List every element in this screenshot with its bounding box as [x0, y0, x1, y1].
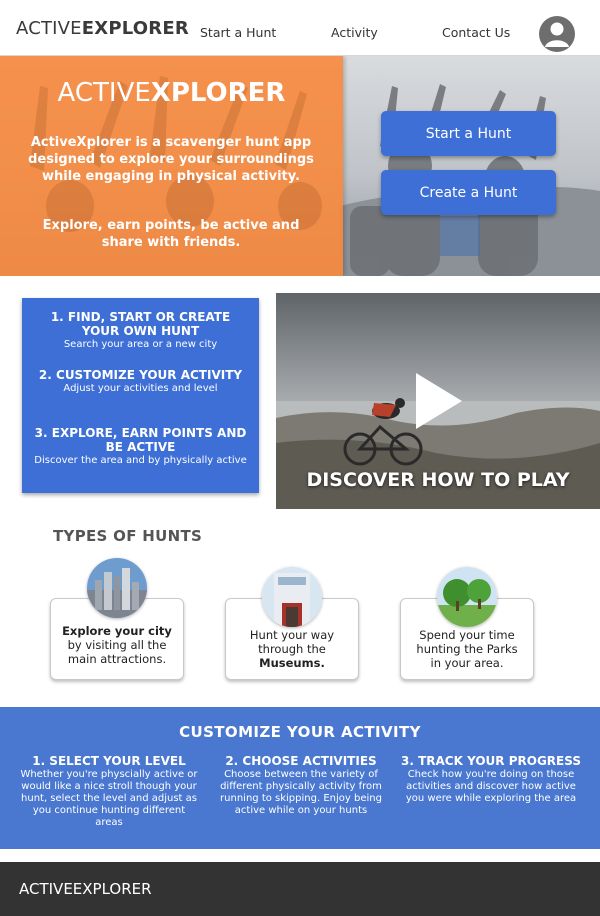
card-city-text: Explore your city by visiting all the ma… [51, 624, 183, 666]
footer-logo[interactable]: ACTIVEEXPLORER [19, 880, 152, 898]
card-city-line3: main attractions. [67, 652, 167, 666]
track-progress-text: Check how you're doing on those activiti… [405, 769, 577, 804]
create-hunt-button[interactable]: Create a Hunt [381, 170, 556, 215]
step-2-subtitle: Adjust your activities and level [63, 383, 218, 394]
hero-title-bold: XPLORER [150, 78, 286, 108]
nav-link-contact-us[interactable]: Contact Us [442, 25, 510, 40]
step-1-subtitle: Search your area or a new city [63, 339, 218, 350]
nav-link-start-a-hunt[interactable]: Start a Hunt [200, 25, 276, 40]
top-navbar: ACTIVEEXPLORER Start a Hunt Activity Con… [0, 0, 600, 56]
step-1-title: 1. FIND, START OR CREATE YOUR OWN HUNT [50, 310, 231, 338]
customize-col-activities: 2. CHOOSE ACTIVITIES Choose between the … [210, 754, 392, 817]
card-parks-line2: hunting the Parks [416, 642, 518, 656]
card-parks-line1: Spend your time [419, 628, 515, 642]
park-photo [437, 567, 497, 627]
video-label: DISCOVER HOW TO PLAY [306, 469, 570, 491]
nav-link-activity[interactable]: Activity [331, 25, 378, 40]
hero-tagline: Explore, earn points, be active and shar… [42, 218, 300, 250]
select-level-text: Whether you're physcially active or woul… [20, 769, 198, 828]
choose-activities-title: 2. CHOOSE ACTIVITIES [225, 754, 377, 768]
step-2-title: 2. CUSTOMIZE YOUR ACTIVITY [38, 368, 243, 382]
customize-col-level: 1. SELECT YOUR LEVEL Whether you're phys… [18, 754, 200, 829]
logo-light: ACTIVE [16, 18, 82, 39]
step-2: 2. CUSTOMIZE YOUR ACTIVITY Adjust your a… [32, 368, 249, 395]
city-skyline-photo [87, 558, 147, 618]
hero-description: ActiveXplorer is a scavenger hunt app de… [28, 135, 314, 184]
choose-activities-text: Choose between the variety of different … [220, 769, 382, 816]
card-city-line2: by visiting all the [67, 638, 167, 652]
footer: ACTIVEEXPLORER [0, 862, 600, 916]
logo-bold: EXPLORER [81, 18, 189, 39]
hero-title: ACTIVEXPLORER [0, 78, 343, 108]
card-museums-line3: Museums. [259, 656, 325, 670]
track-progress-title: 3. TRACK YOUR PROGRESS [401, 754, 581, 768]
hero-banner: ACTIVEXPLORER ActiveXplorer is a scaveng… [0, 56, 600, 276]
card-museums-text: Hunt your way through the Museums. [226, 628, 358, 670]
select-level-title: 1. SELECT YOUR LEVEL [32, 754, 186, 768]
card-museums-line2: through the [258, 642, 326, 656]
hero-title-light: ACTIVE [57, 78, 151, 108]
step-1: 1. FIND, START OR CREATE YOUR OWN HUNT S… [32, 310, 249, 351]
types-of-hunts-heading: TYPES OF HUNTS [53, 527, 203, 545]
step-3-subtitle: Discover the area and by physically acti… [34, 455, 247, 466]
footer-logo-bold: EXPLORER [72, 880, 152, 898]
card-parks-text: Spend your time hunting the Parks in you… [401, 628, 533, 670]
museum-photo [262, 567, 322, 627]
start-hunt-button[interactable]: Start a Hunt [381, 111, 556, 156]
brand-logo[interactable]: ACTIVEEXPLORER [16, 18, 189, 39]
card-museums-line1: Hunt your way [249, 628, 335, 642]
card-parks-line3: in your area. [430, 656, 504, 670]
user-avatar-icon[interactable] [539, 16, 575, 52]
customize-col-progress: 3. TRACK YOUR PROGRESS Check how you're … [400, 754, 582, 805]
card-city-line1: Explore your city [62, 624, 172, 638]
how-to-play-video[interactable]: DISCOVER HOW TO PLAY [276, 293, 600, 509]
footer-logo-light: ACTIVE [19, 880, 73, 898]
customize-activity-section: CUSTOMIZE YOUR ACTIVITY 1. SELECT YOUR L… [0, 707, 600, 849]
step-3: 3. EXPLORE, EARN POINTS AND BE ACTIVE Di… [32, 426, 249, 467]
customize-heading: CUSTOMIZE YOUR ACTIVITY [179, 723, 421, 741]
how-it-works-panel: 1. FIND, START OR CREATE YOUR OWN HUNT S… [22, 298, 259, 493]
hero-overlay-panel: ACTIVEXPLORER ActiveXplorer is a scaveng… [0, 56, 343, 276]
step-3-title: 3. EXPLORE, EARN POINTS AND BE ACTIVE [34, 426, 247, 454]
